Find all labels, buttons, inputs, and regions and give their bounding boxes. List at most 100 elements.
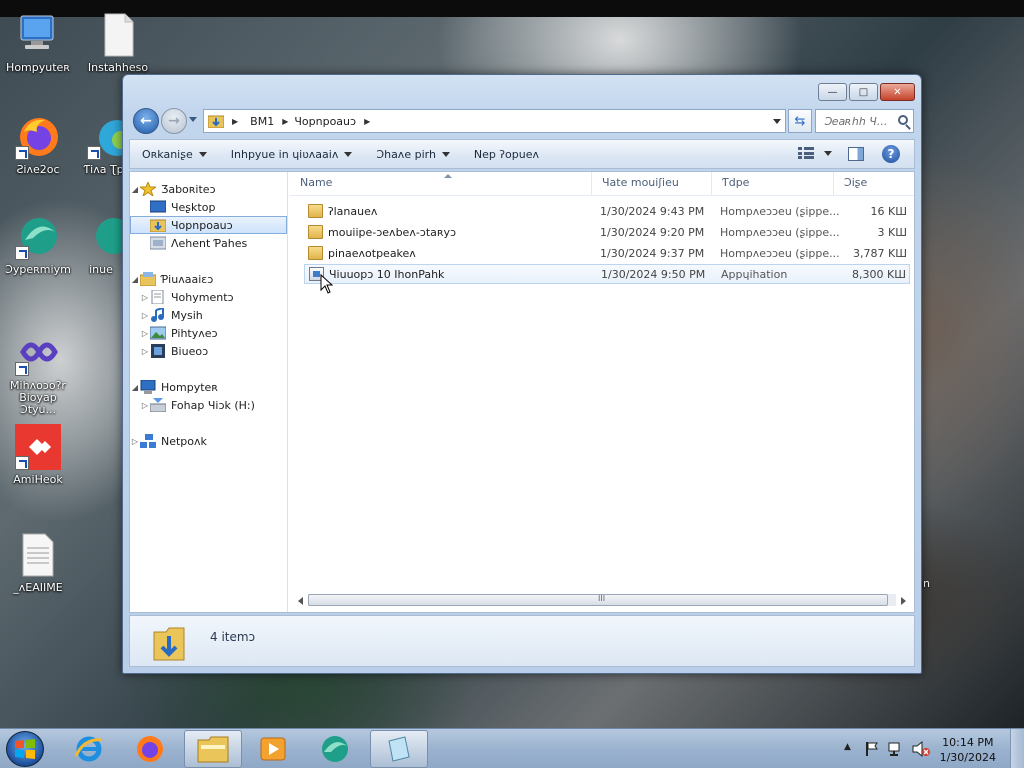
show-hidden-icons-icon[interactable]: ▲ (844, 742, 851, 752)
expand-arrow-icon[interactable]: ▷ (130, 437, 140, 446)
taskbar-ie[interactable] (60, 730, 118, 768)
collapse-arrow-icon[interactable]: ◢ (130, 185, 140, 194)
include-label: Inhpyue in ɥiʋʌaaiʌ (230, 147, 339, 161)
nav-libraries[interactable]: ◢ Ƥiuʌaaiɛɔ (130, 270, 287, 288)
desktop-icon-computer[interactable]: Hompyuteʀ (0, 12, 76, 74)
scroll-right-arrow-icon[interactable] (901, 597, 906, 605)
sort-ascending-icon (444, 174, 452, 178)
breadcrumb-arrow-icon[interactable]: ▶ (232, 117, 238, 126)
desktop-icon-firefox[interactable]: Ƨiʌe2oc (0, 114, 76, 176)
clock-date: 1/30/2024 (939, 751, 996, 764)
nav-desktop[interactable]: Ɥeʂktop (130, 198, 287, 216)
computer-icon (140, 380, 156, 394)
help-button[interactable]: ? (882, 145, 900, 163)
expand-arrow-icon[interactable]: ▷ (140, 329, 150, 338)
explorer-window: — □ ✕ ← → ▶ BM1 ▶ Ɥopnpoauɔ ▶ ⇆ Ɔeaʀhh Ɥ… (122, 74, 922, 674)
close-button[interactable]: ✕ (880, 83, 915, 101)
file-row[interactable]: ʔlanaueʌ 1/30/2024 9:43 PM Hompʌeɔɔeu (ʂ… (304, 202, 910, 222)
include-in-library-button[interactable]: Inhpyue in ɥiʋʌaaiʌ (231, 148, 353, 161)
nav-downloads[interactable]: Ɥopnpoauɔ (130, 216, 287, 234)
column-header-name[interactable]: Name (290, 172, 592, 196)
recent-pages-dropdown[interactable] (189, 117, 197, 122)
desktop-icon-cyberlink[interactable]: Ɔypeʀmiym (0, 214, 76, 276)
network-tray-icon[interactable] (888, 741, 904, 757)
shortcut-arrow-icon (15, 362, 29, 376)
breadcrumb-user[interactable]: BM1 (250, 115, 274, 128)
column-header-type[interactable]: Ƭdpe (712, 172, 834, 196)
desktop-icon-readme[interactable]: _ʌEAIIME (0, 532, 76, 594)
organize-button[interactable]: Oʀkaniʂe (142, 148, 207, 161)
maximize-button[interactable]: □ (849, 83, 878, 101)
column-header-date[interactable]: Ɥate mouiʃieu (592, 172, 712, 196)
search-input[interactable]: Ɔeaʀhh Ɥ... (815, 109, 914, 133)
nav-label: Fohap Ɥiɔk (H:) (171, 398, 255, 412)
search-icon[interactable] (898, 115, 908, 125)
windows-logo-icon (15, 739, 35, 759)
desktop-icon-anydesk[interactable]: AmiHeok (0, 424, 76, 486)
expand-arrow-icon[interactable]: ▷ (140, 311, 150, 320)
collapse-arrow-icon[interactable]: ◢ (130, 275, 140, 284)
expand-arrow-icon[interactable]: ▷ (140, 347, 150, 356)
nav-videos[interactable]: ▷ Biueoɔ (130, 342, 287, 360)
taskbar-firefox[interactable] (121, 730, 179, 768)
preview-pane-button[interactable] (848, 147, 864, 161)
scroll-left-arrow-icon[interactable] (298, 597, 303, 605)
nav-pictures[interactable]: ▷ Pihtyʌeɔ (130, 324, 287, 342)
document-icon (95, 12, 141, 58)
file-row[interactable]: pinaeʌotpeakeʌ 1/30/2024 9:37 PM Hompʌeɔ… (304, 244, 910, 264)
column-headers: Name Ɥate mouiʃieu Ƭdpe Ɔiʂe (290, 172, 914, 196)
horizontal-scrollbar[interactable] (294, 591, 910, 608)
share-with-button[interactable]: Ɔhaʌe pirh (376, 148, 450, 161)
taskbar-notepad[interactable] (370, 730, 428, 768)
computer-icon (15, 12, 61, 58)
libraries-icon (140, 272, 156, 286)
expand-arrow-icon[interactable]: ▷ (140, 401, 150, 410)
expand-arrow-icon[interactable]: ▷ (140, 293, 150, 302)
command-bar: Oʀkaniʂe Inhpyue in ɥiʋʌaaiʌ Ɔhaʌe pirh … (129, 139, 915, 169)
action-center-flag-icon[interactable] (864, 741, 880, 757)
scroll-thumb[interactable] (308, 594, 888, 606)
desktop-icon-partial[interactable]: inue (80, 214, 122, 276)
nav-computer[interactable]: ◢ Hompyteʀ (130, 378, 287, 396)
network-icon (140, 434, 156, 448)
desktop-icon-visual-studio[interactable]: Mihʌoɔo?r Bioyap Ɔtyu... (0, 330, 76, 416)
file-row[interactable]: Ɥiuuopɔ 10 IhonPahk 1/30/2024 9:50 PM Ap… (304, 264, 910, 284)
new-folder-button[interactable]: Nep ʔopueʌ (474, 148, 539, 161)
search-placeholder: Ɔeaʀhh Ɥ... (824, 114, 888, 128)
shortcut-arrow-icon (15, 246, 29, 260)
file-size: 16 KШ (870, 205, 907, 218)
forward-button[interactable]: → (161, 108, 187, 134)
address-history-dropdown[interactable] (773, 119, 781, 124)
start-button[interactable] (6, 731, 44, 767)
clock[interactable]: 10:14 PM 1/30/2024 (940, 735, 996, 765)
column-header-size[interactable]: Ɔiʂe (834, 172, 914, 196)
taskbar-messenger[interactable] (306, 730, 364, 768)
address-bar[interactable]: ▶ BM1 ▶ Ɥopnpoauɔ ▶ (203, 109, 786, 133)
nav-favorites[interactable]: ◢ Ʒaboʀiteɔ (130, 180, 287, 198)
back-button[interactable]: ← (133, 108, 159, 134)
shortcut-arrow-icon (87, 146, 101, 160)
notepad-icon (388, 736, 410, 762)
nav-music[interactable]: ▷ Mysih (130, 306, 287, 324)
file-date: 1/30/2024 9:20 PM (600, 226, 705, 239)
taskbar-media-player[interactable] (244, 730, 302, 768)
nav-documents[interactable]: ▷ Ɥohymentɔ (130, 288, 287, 306)
volume-muted-icon[interactable] (912, 741, 930, 757)
desktop-icon-label: Hompyuteʀ (6, 61, 70, 74)
recent-places-icon (150, 236, 166, 250)
breadcrumb-arrow-icon[interactable]: ▶ (364, 117, 370, 126)
text-file-icon (15, 532, 61, 578)
nav-network[interactable]: ▷ Netpoʌk (130, 432, 287, 450)
desktop-icon-installer[interactable]: Instahheso (80, 12, 156, 74)
collapse-arrow-icon[interactable]: ◢ (130, 383, 140, 392)
refresh-button[interactable]: ⇆ (788, 109, 812, 133)
minimize-button[interactable]: — (818, 83, 847, 101)
file-row[interactable]: mouiipe-ɔeʌbeʌ-ɔtaʀyɔ 1/30/2024 9:20 PM … (304, 223, 910, 243)
change-view-button[interactable] (798, 147, 832, 159)
breadcrumb-downloads[interactable]: Ɥopnpoauɔ (294, 115, 356, 128)
show-desktop-button[interactable] (1010, 729, 1024, 768)
nav-local-disk[interactable]: ▷ Fohap Ɥiɔk (H:) (130, 396, 287, 414)
taskbar-explorer[interactable] (184, 730, 242, 768)
nav-recent-places[interactable]: Ʌehent Ƥahes (130, 234, 287, 252)
breadcrumb-arrow-icon[interactable]: ▶ (282, 117, 288, 126)
